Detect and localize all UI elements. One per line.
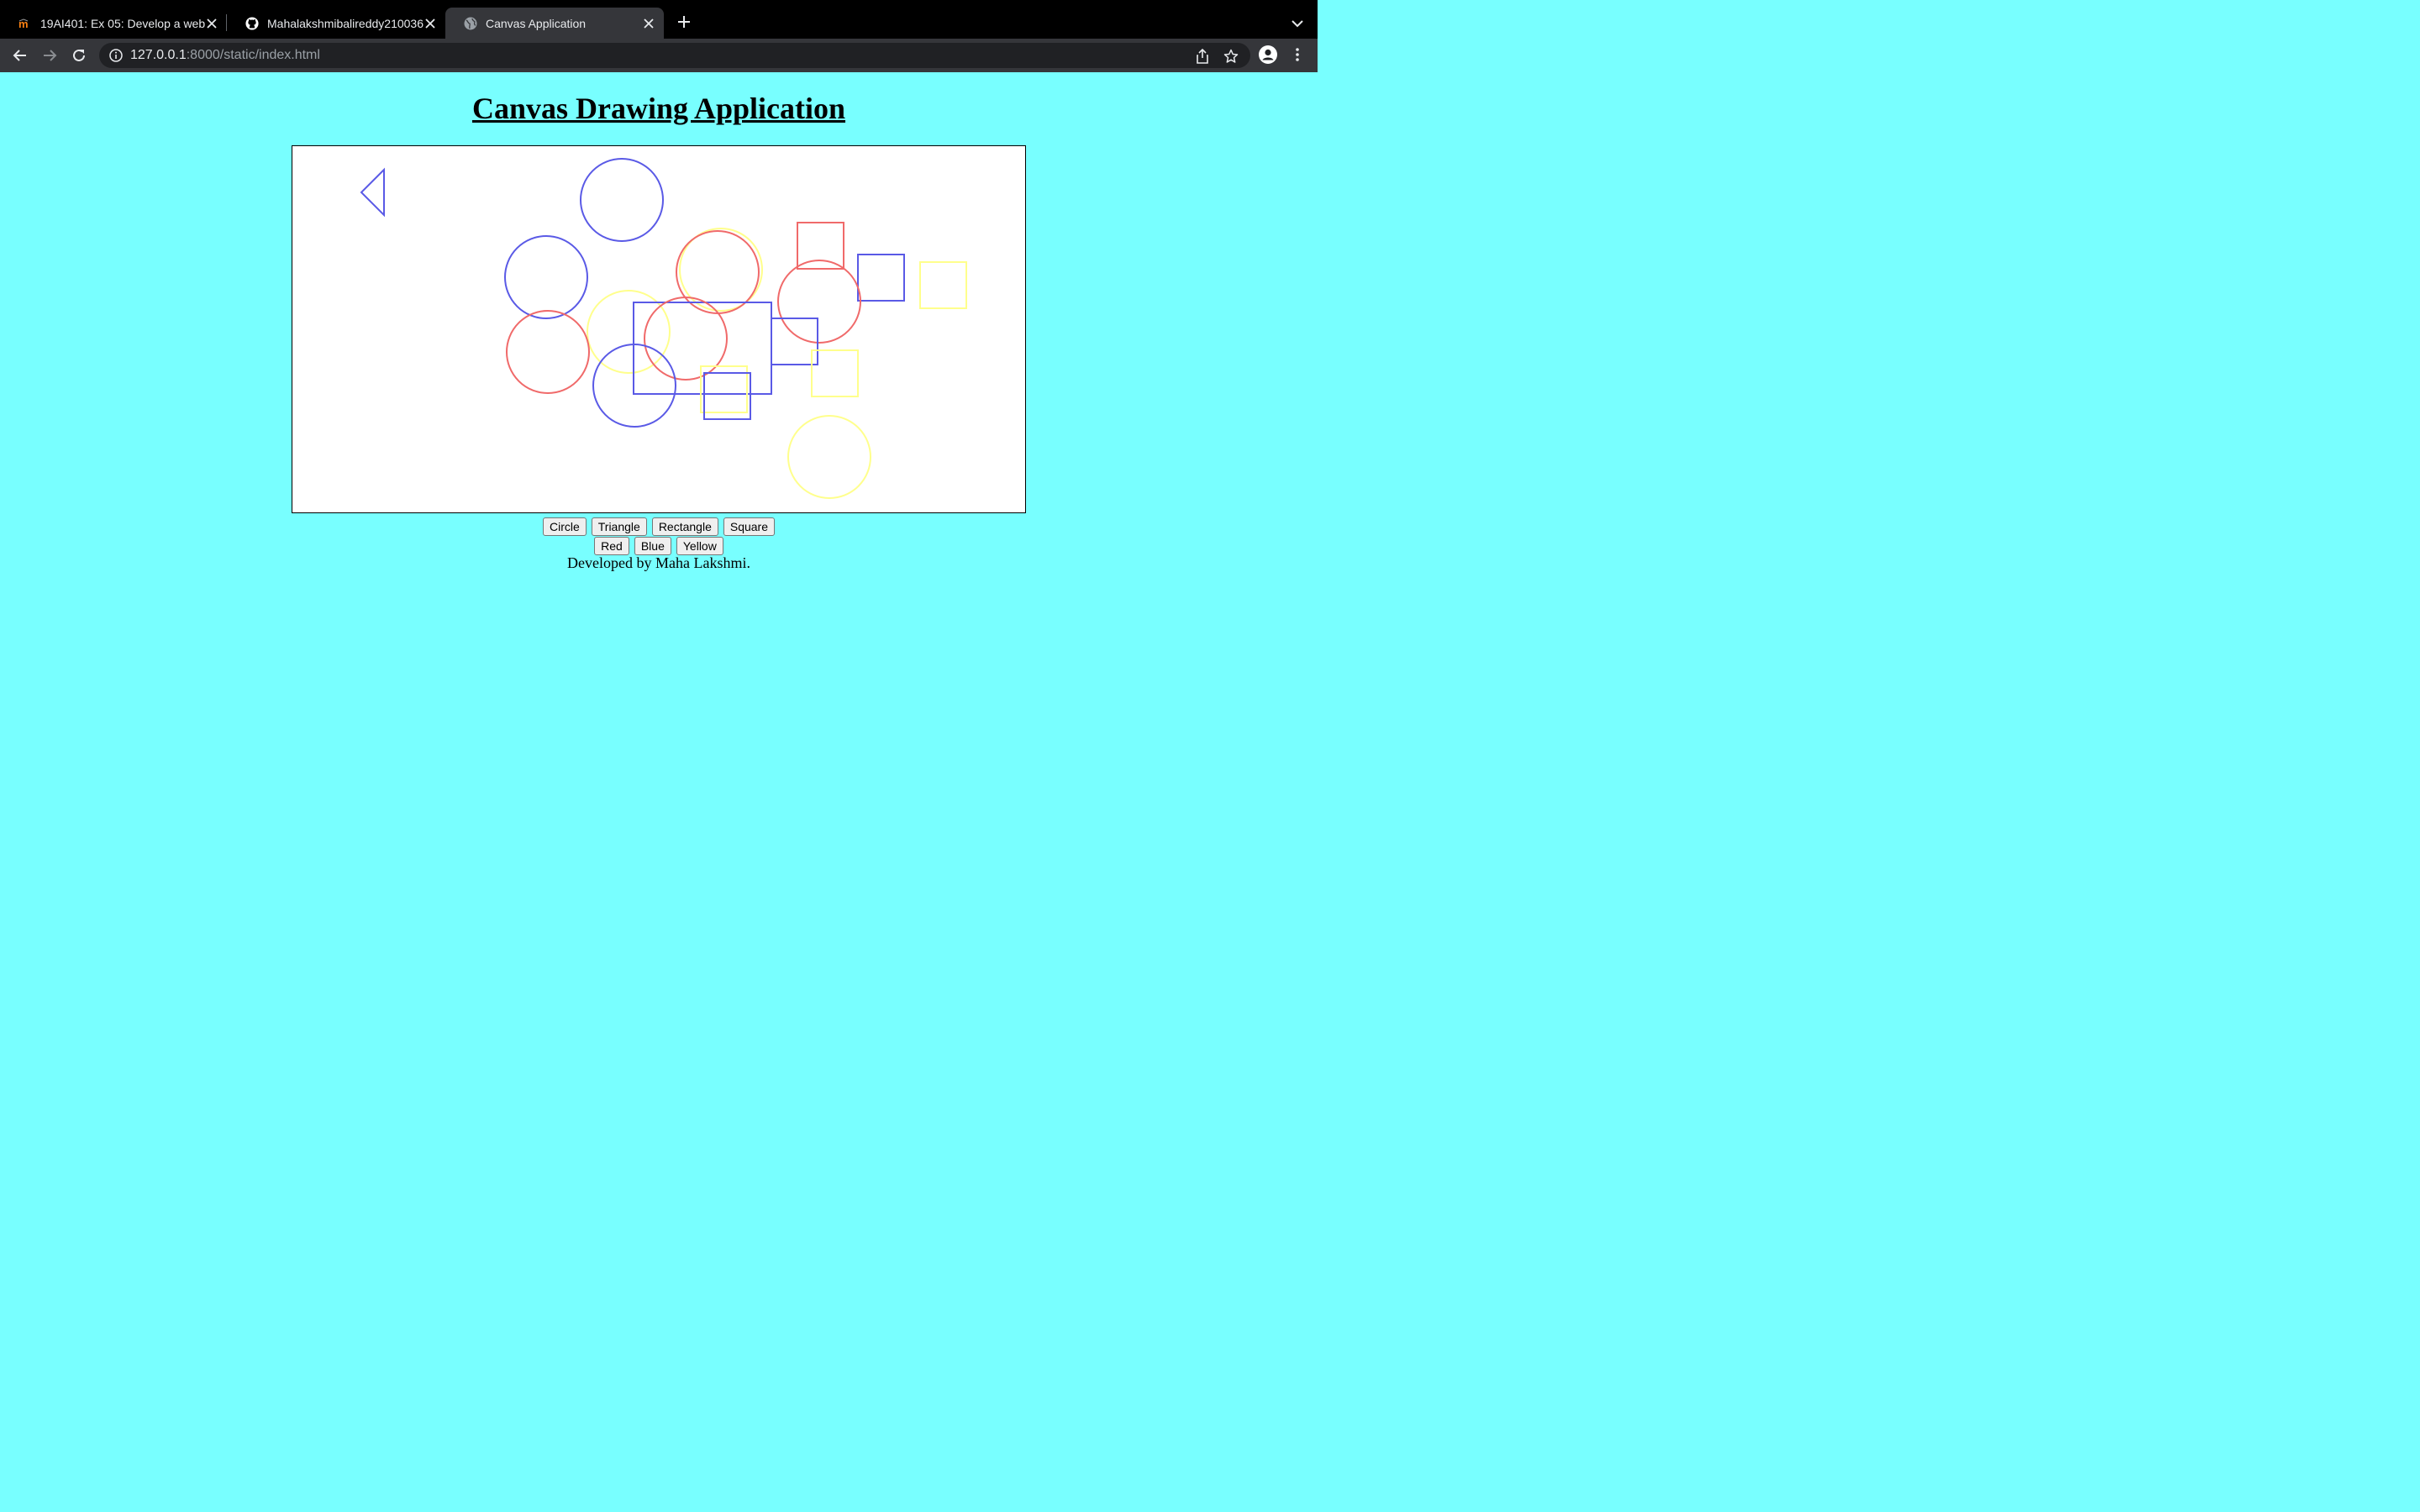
- red-circle-shape: [506, 310, 590, 394]
- red-button[interactable]: Red: [594, 537, 629, 555]
- close-icon[interactable]: [642, 17, 655, 30]
- close-icon[interactable]: [424, 17, 437, 30]
- back-arrow-icon[interactable]: [12, 47, 29, 64]
- yellow-square-shape: [919, 261, 967, 309]
- url-host: 127.0.0.1: [130, 48, 187, 62]
- yellow-square-shape: [811, 349, 859, 397]
- reload-icon[interactable]: [71, 47, 87, 64]
- circle-button[interactable]: Circle: [542, 517, 587, 536]
- share-icon[interactable]: [1195, 49, 1210, 64]
- address-bar[interactable]: 127.0.0.1:8000/static/index.html: [99, 43, 1250, 68]
- red-circle-shape: [777, 260, 861, 344]
- blue-square-shape: [857, 254, 905, 302]
- red-circle-shape: [676, 230, 760, 314]
- bookmark-star-icon[interactable]: [1223, 49, 1239, 64]
- shape-button-row: Circle Triangle Rectangle Square: [0, 517, 1318, 536]
- blue-circle-shape: [504, 235, 588, 319]
- square-button[interactable]: Square: [723, 517, 776, 536]
- forward-arrow-icon[interactable]: [41, 47, 58, 64]
- tab-title: Mahalakshmibalireddy2100368: [267, 16, 424, 30]
- triangle-button[interactable]: Triangle: [591, 517, 647, 536]
- moodle-icon: m: [18, 17, 32, 30]
- footer-credit: Developed by Maha Lakshmi.: [567, 554, 750, 571]
- new-tab-icon[interactable]: [676, 13, 692, 30]
- rectangle-button[interactable]: Rectangle: [651, 517, 718, 536]
- close-icon[interactable]: [205, 17, 218, 30]
- github-icon: [245, 16, 259, 30]
- url-path: :8000/static/index.html: [186, 48, 320, 62]
- profile-avatar-icon[interactable]: [1259, 45, 1277, 64]
- url-text: 127.0.0.1:8000/static/index.html: [130, 48, 320, 63]
- yellow-button[interactable]: Yellow: [676, 537, 723, 555]
- tab-moodle[interactable]: m 19AI401: Ex 05: Develop a web: [0, 8, 227, 39]
- red-circle-shape: [644, 297, 728, 381]
- tab-title: 19AI401: Ex 05: Develop a web: [40, 16, 205, 30]
- blue-circle-shape: [580, 158, 664, 242]
- more-menu-icon[interactable]: [1288, 45, 1307, 64]
- blue-button[interactable]: Blue: [634, 537, 671, 555]
- browser-tab-strip: m 19AI401: Ex 05: Develop a web Mahalaks…: [0, 0, 1318, 39]
- drawing-canvas[interactable]: [292, 145, 1026, 513]
- page-title: Canvas Drawing Application: [471, 92, 846, 125]
- blue-triangle-shape: [360, 167, 385, 218]
- red-square-shape: [797, 222, 844, 270]
- tab-title: Canvas Application: [486, 16, 587, 30]
- tab-github[interactable]: Mahalakshmibalireddy2100368: [227, 8, 445, 39]
- color-button-row: Red Blue Yellow: [0, 537, 1318, 555]
- globe-icon: [464, 17, 477, 30]
- tab-canvas-application[interactable]: Canvas Application: [445, 8, 664, 39]
- info-icon[interactable]: [109, 49, 123, 62]
- chevron-down-icon[interactable]: [1289, 15, 1306, 32]
- drawing-surface[interactable]: [292, 146, 1025, 512]
- yellow-circle-shape: [787, 415, 871, 499]
